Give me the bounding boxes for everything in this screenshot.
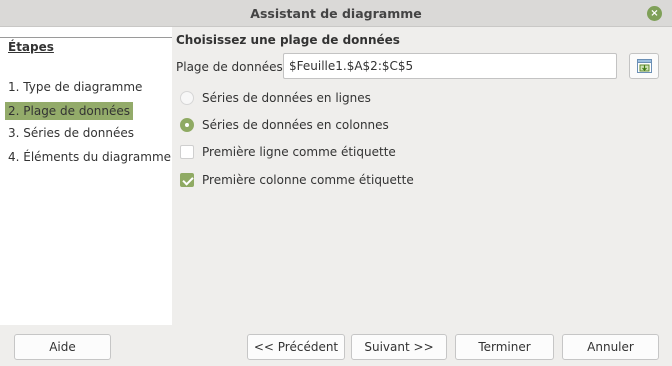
help-button[interactable]: Aide <box>14 334 111 360</box>
series-in-rows-radio[interactable] <box>180 91 194 105</box>
first-column-label-text: Première colonne comme étiquette <box>202 173 414 187</box>
series-in-columns-radio[interactable] <box>180 118 194 132</box>
step-chart-elements[interactable]: 4. Éléments du diagramme <box>5 148 174 166</box>
close-icon[interactable]: × <box>647 6 662 21</box>
step-data-range[interactable]: 2. Plage de données <box>5 102 134 120</box>
steps-sidebar: Étapes 1. Type de diagramme 2. Plage de … <box>0 27 172 325</box>
title-bar: Assistant de diagramme × <box>0 0 672 27</box>
step-data-series[interactable]: 3. Séries de données <box>5 124 137 142</box>
first-row-label-checkbox[interactable] <box>180 145 194 159</box>
previous-button[interactable]: << Précédent <box>247 334 345 360</box>
first-column-label-checkbox[interactable] <box>180 173 194 187</box>
data-range-panel: Choisissez une plage de données Plage de… <box>172 27 672 325</box>
section-title: Choisissez une plage de données <box>176 33 400 47</box>
window-title: Assistant de diagramme <box>250 6 422 21</box>
series-in-columns-label: Séries de données en colonnes <box>202 118 389 132</box>
first-row-label-text: Première ligne comme étiquette <box>202 145 396 159</box>
next-button[interactable]: Suivant >> <box>351 334 447 360</box>
shrink-range-icon <box>637 59 652 73</box>
step-chart-type[interactable]: 1. Type de diagramme <box>5 78 145 96</box>
steps-heading: Étapes <box>8 40 54 54</box>
cancel-button[interactable]: Annuler <box>562 334 659 360</box>
shrink-range-button[interactable] <box>629 53 659 79</box>
data-range-input[interactable]: $Feuille1.$A$2:$C$5 <box>283 53 617 79</box>
finish-button[interactable]: Terminer <box>455 334 554 360</box>
heading-divider <box>0 37 172 38</box>
data-range-label: Plage de données : <box>176 60 291 74</box>
series-in-rows-label: Séries de données en lignes <box>202 91 371 105</box>
